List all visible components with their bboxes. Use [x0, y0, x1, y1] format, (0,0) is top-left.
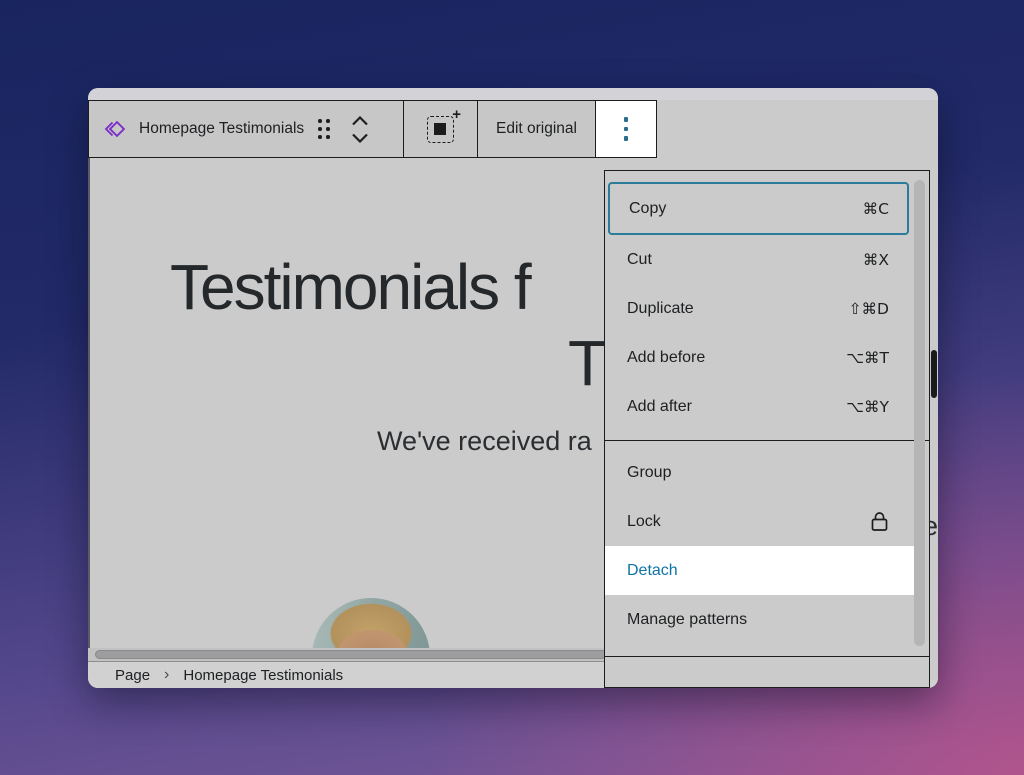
block-switcher[interactable]: Homepage Testimonials: [89, 101, 404, 157]
breadcrumb-item-page[interactable]: Page: [115, 667, 150, 684]
menu-item-manage-patterns[interactable]: Manage patterns: [605, 595, 929, 644]
menu-item-lock[interactable]: Lock: [605, 497, 929, 546]
menu-item-duplicate[interactable]: Duplicate ⇧⌘D: [605, 284, 929, 333]
move-up-icon[interactable]: [350, 116, 370, 126]
breadcrumb-chevron-icon: ›: [164, 666, 169, 684]
select-block-icon: +: [427, 116, 454, 143]
block-toolbar: Homepage Testimonials + Edit original: [88, 100, 657, 158]
menu-item-label: Duplicate: [627, 300, 694, 318]
testimonials-paragraph[interactable]: We've received ra: [377, 426, 592, 457]
menu-item-shortcut: ⇧⌘D: [849, 300, 889, 318]
select-pattern-button[interactable]: +: [404, 101, 478, 157]
block-movers: [350, 116, 370, 143]
window-titlebar: [88, 88, 938, 100]
menu-item-shortcut: ⌘C: [863, 200, 889, 218]
edit-original-button[interactable]: Edit original: [478, 101, 596, 157]
block-label: Homepage Testimonials: [139, 120, 304, 138]
menu-item-group[interactable]: Group: [605, 448, 929, 497]
canvas-right-sliver: e: [930, 170, 938, 680]
menu-separator: [605, 440, 929, 441]
menu-item-label: Lock: [627, 513, 661, 531]
menu-scrollbar-thumb[interactable]: [914, 180, 925, 646]
synced-pattern-icon: [103, 116, 129, 142]
horizontal-scrollbar-thumb[interactable]: [95, 650, 607, 659]
menu-item-add-before[interactable]: Add before ⌥⌘T: [605, 333, 929, 382]
edit-original-label: Edit original: [496, 120, 577, 138]
menu-item-label: Cut: [627, 251, 652, 269]
lock-icon: [870, 511, 889, 532]
menu-item-shortcut: ⌥⌘T: [846, 349, 889, 367]
menu-item-add-after[interactable]: Add after ⌥⌘Y: [605, 382, 929, 431]
options-menu: Copy ⌘C Cut ⌘X Duplicate ⇧⌘D Add before …: [604, 170, 930, 688]
menu-separator: [605, 656, 929, 657]
options-button[interactable]: [596, 101, 656, 157]
editor-window: Homepage Testimonials + Edit original Te…: [88, 88, 938, 688]
menu-item-label: Add before: [627, 349, 705, 367]
options-icon: [624, 117, 629, 141]
menu-item-shortcut: ⌘X: [863, 251, 889, 269]
move-down-icon[interactable]: [350, 133, 370, 143]
testimonial-avatar[interactable]: [312, 598, 430, 648]
testimonials-heading-line1[interactable]: Testimonials f: [170, 250, 530, 324]
menu-item-label: Manage patterns: [627, 611, 747, 629]
menu-item-copy[interactable]: Copy ⌘C: [608, 182, 909, 235]
vertical-scrollbar-thumb[interactable]: [931, 350, 937, 398]
menu-item-detach[interactable]: Detach: [605, 546, 916, 595]
drag-handle-icon[interactable]: [318, 119, 330, 139]
paragraph-overflow-text: e: [930, 511, 938, 542]
breadcrumb-item-current: Homepage Testimonials: [183, 667, 343, 684]
menu-item-label: Add after: [627, 398, 692, 416]
menu-item-cut[interactable]: Cut ⌘X: [605, 235, 929, 284]
menu-item-label: Copy: [629, 200, 666, 218]
menu-item-label: Group: [627, 464, 671, 482]
menu-item-label: Detach: [627, 562, 678, 580]
menu-item-shortcut: ⌥⌘Y: [846, 398, 889, 416]
